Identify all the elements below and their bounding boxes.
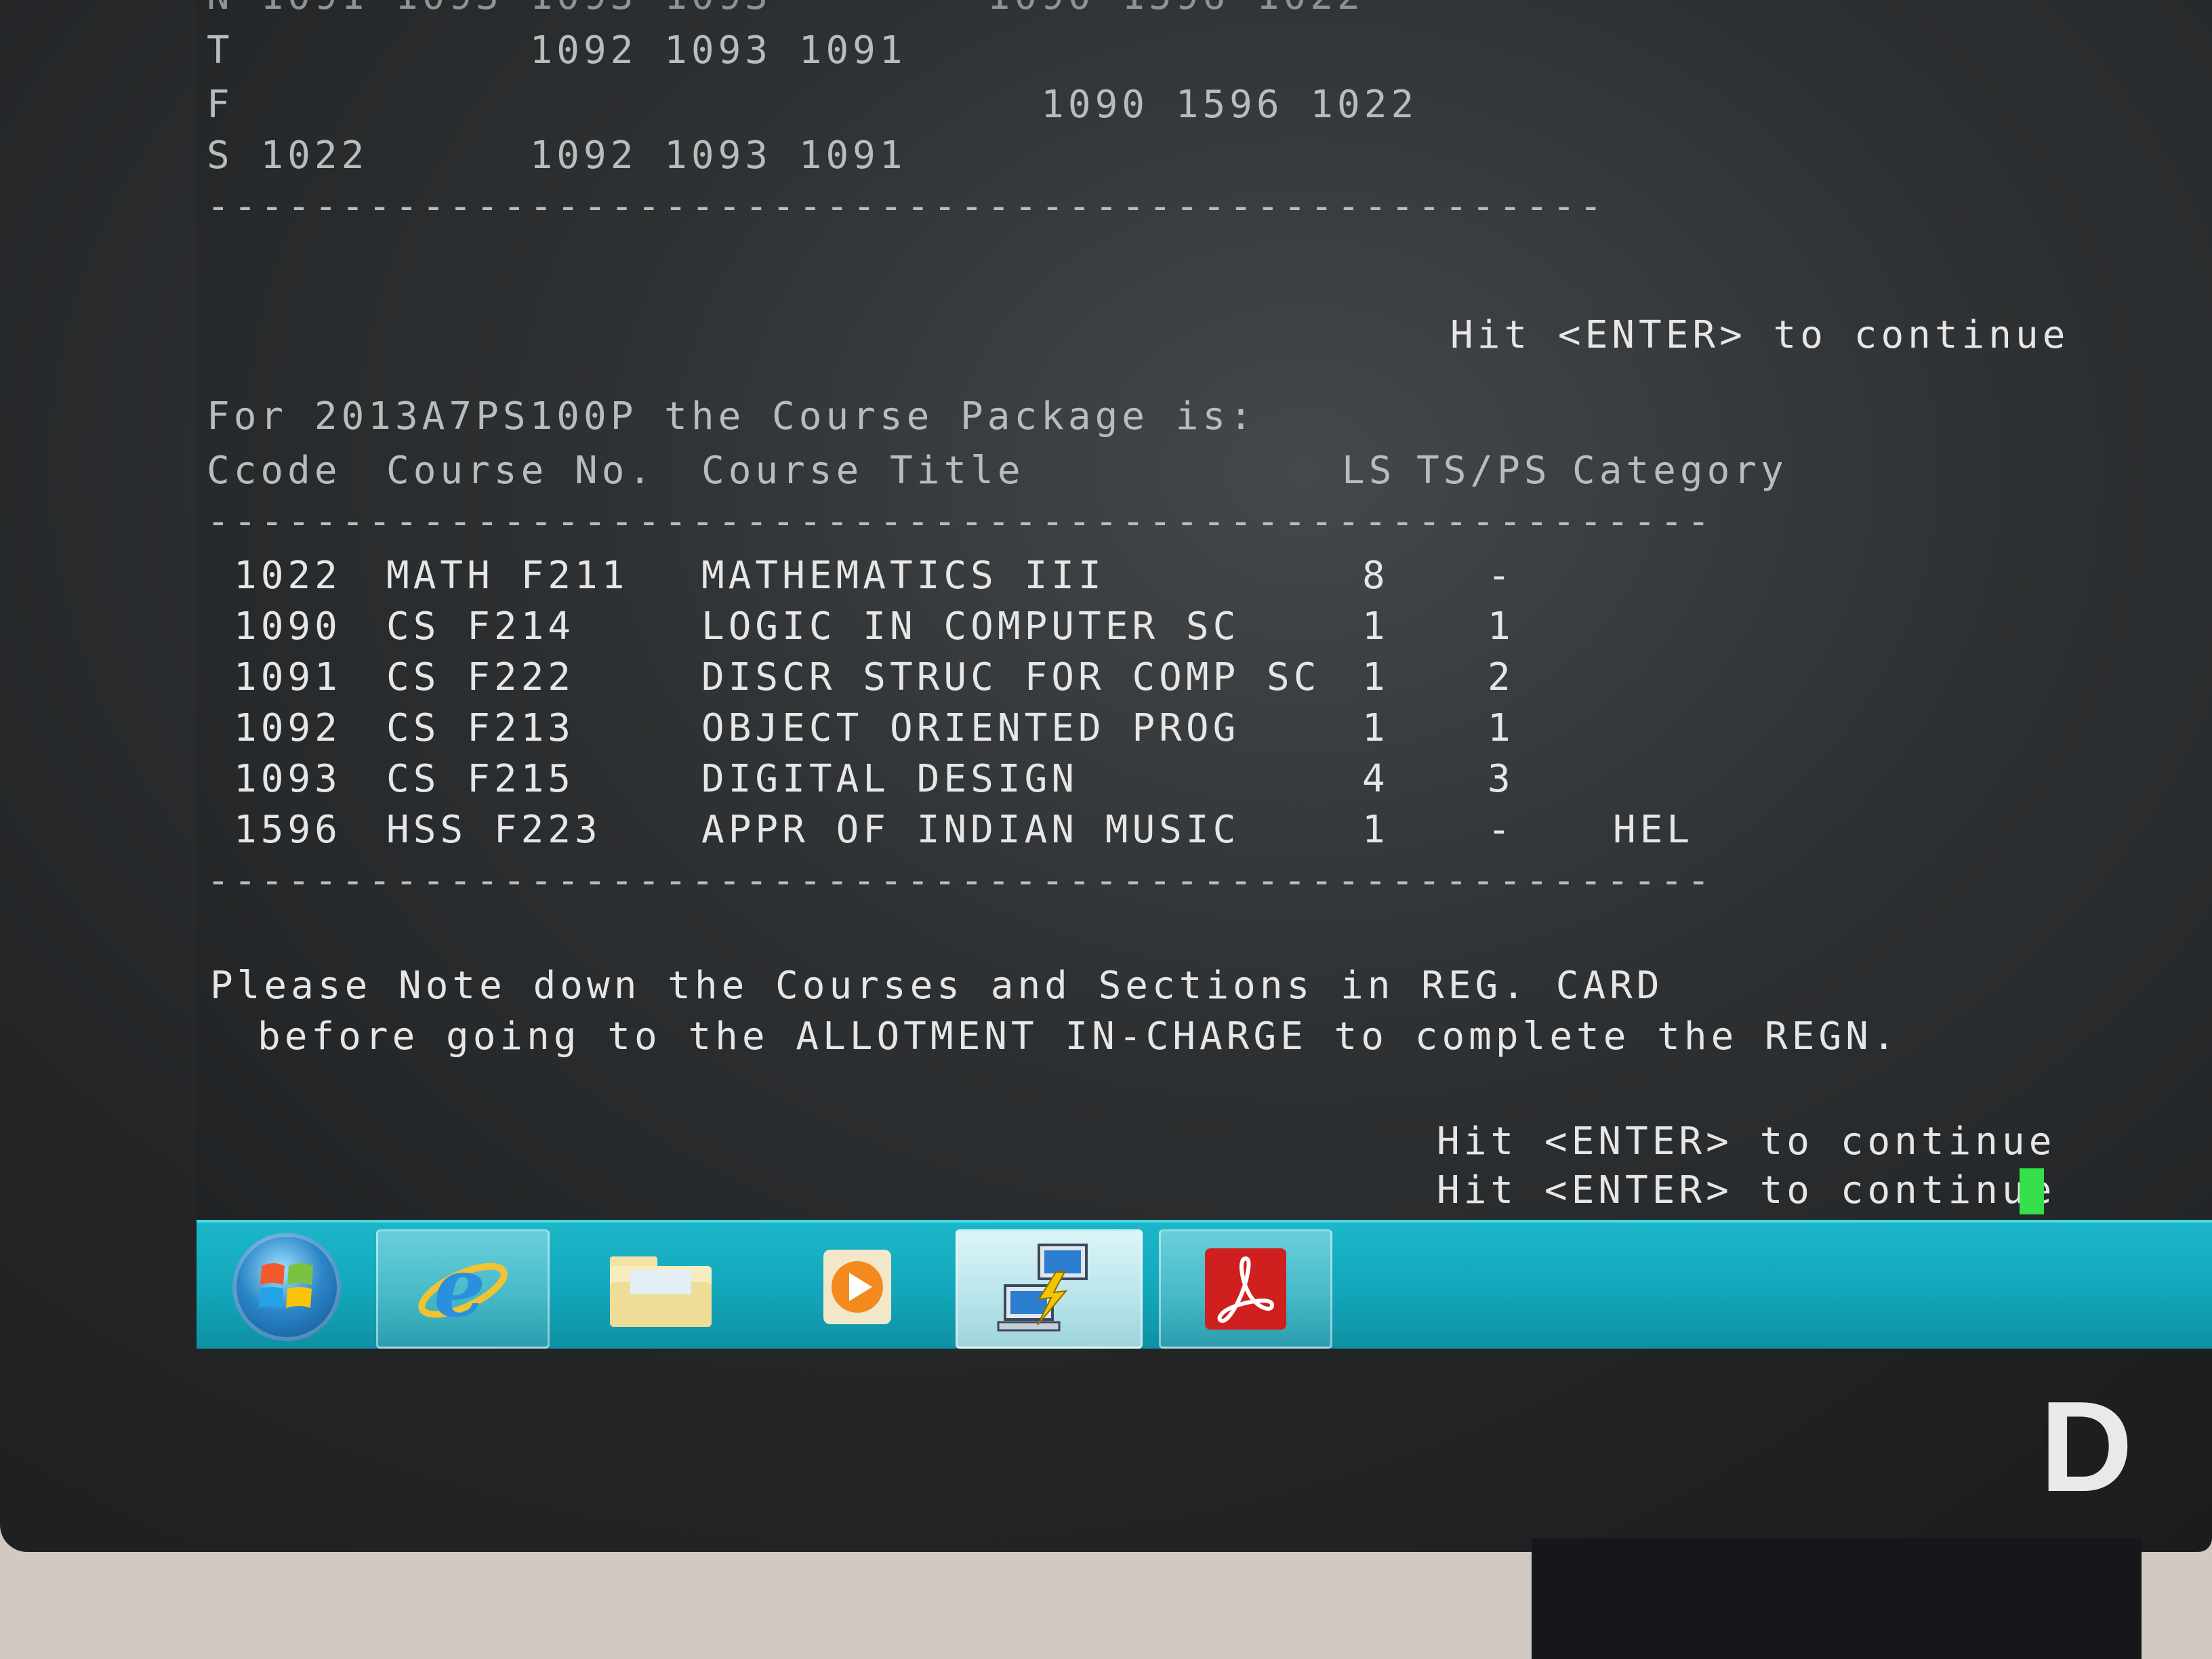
cell-ls: 4 xyxy=(1362,757,1389,801)
cell-ts-ps: 1 xyxy=(1488,706,1515,750)
cell-course-no: CS F222 xyxy=(386,655,575,699)
cell-course-title: APPR OF INDIAN MUSIC xyxy=(701,808,1240,852)
cell-course-no: CS F213 xyxy=(386,706,575,750)
cell-ls: 1 xyxy=(1362,808,1389,852)
taskbar-internet-explorer[interactable]: e xyxy=(376,1229,550,1349)
separator-line: ----------------------------------------… xyxy=(207,499,1715,544)
col-header-course-title: Course Title xyxy=(701,449,1025,493)
cell-ccode: 1093 xyxy=(234,757,342,801)
cell-ls: 1 xyxy=(1362,706,1389,750)
windows-start-orb-icon xyxy=(232,1233,341,1341)
dell-logo: D xyxy=(2040,1389,2209,1511)
cell-ts-ps: - xyxy=(1488,808,1515,852)
cell-ccode: 1090 xyxy=(234,605,342,649)
taskbar-acrobat-reader[interactable] xyxy=(1159,1229,1332,1349)
package-heading: For 2013A7PS100P the Course Package is: xyxy=(207,394,1256,438)
cell-ccode: 1596 xyxy=(234,808,342,852)
cell-course-title: OBJECT ORIENTED PROG xyxy=(701,706,1240,750)
enter-prompt: Hit <ENTER> to continue xyxy=(1437,1168,2056,1212)
taskbar-file-explorer[interactable] xyxy=(576,1229,745,1345)
cell-course-no: CS F215 xyxy=(386,757,575,801)
schedule-row-s: S 1022 1092 1093 1091 xyxy=(207,134,907,178)
note-line: before going to the ALLOTMENT IN-CHARGE … xyxy=(258,1015,1900,1059)
enter-prompt: Hit <ENTER> to continue xyxy=(1450,313,2070,357)
internet-explorer-icon: e xyxy=(418,1242,508,1336)
cell-course-title: MATHEMATICS III xyxy=(701,554,1105,598)
cell-ts-ps: - xyxy=(1488,554,1515,598)
cell-ccode: 1091 xyxy=(234,655,342,699)
cell-ts-ps: 2 xyxy=(1488,655,1515,699)
col-header-ccode: Ccode xyxy=(207,449,342,493)
cell-ccode: 1092 xyxy=(234,706,342,750)
cell-ls: 1 xyxy=(1362,605,1389,649)
cell-course-title: DIGITAL DESIGN xyxy=(701,757,1079,801)
col-header-category: Category xyxy=(1572,449,1788,493)
schedule-row-partial: N 1091 1093 1093 1093 1090 1596 1022 xyxy=(207,0,1364,20)
cell-course-title: DISCR STRUC FOR COMP SC xyxy=(701,655,1321,699)
svg-text:e: e xyxy=(434,1242,485,1336)
col-header-course-no: Course No. xyxy=(386,449,656,493)
monitor-stand xyxy=(1532,1538,2142,1659)
col-header-ls: LS xyxy=(1342,449,1396,493)
taskbar-media-player[interactable] xyxy=(773,1229,942,1345)
pdf-acrobat-icon xyxy=(1205,1248,1286,1330)
col-header-ts-ps: TS/PS xyxy=(1416,449,1551,493)
cell-course-title: LOGIC IN COMPUTER SC xyxy=(701,605,1240,649)
cell-ts-ps: 3 xyxy=(1488,757,1515,801)
taskbar-network-terminal[interactable] xyxy=(956,1229,1143,1349)
schedule-row-f: F 1090 1596 1022 xyxy=(207,83,1418,127)
separator-line: ----------------------------------------… xyxy=(207,184,1607,228)
network-computers-icon xyxy=(997,1244,1088,1332)
cell-ls: 1 xyxy=(1362,655,1389,699)
svg-text:D: D xyxy=(2040,1389,2133,1511)
schedule-row-t: T 1092 1093 1091 xyxy=(207,28,907,73)
cell-ts-ps: 1 xyxy=(1488,605,1515,649)
screen: N 1091 1093 1093 1093 1090 1596 1022 T 1… xyxy=(197,0,2212,1349)
cell-ls: 8 xyxy=(1362,554,1389,598)
cell-course-no: HSS F223 xyxy=(386,808,602,852)
text-cursor xyxy=(2020,1168,2044,1214)
terminal-window[interactable]: N 1091 1093 1093 1093 1090 1596 1022 T 1… xyxy=(197,0,2212,1220)
enter-prompt: Hit <ENTER> to continue xyxy=(1437,1120,2056,1164)
media-player-icon xyxy=(823,1250,891,1324)
start-button[interactable] xyxy=(210,1229,363,1345)
cell-course-no: CS F214 xyxy=(386,605,575,649)
separator-line: ----------------------------------------… xyxy=(207,859,1715,903)
cell-ccode: 1022 xyxy=(234,554,342,598)
note-line: Please Note down the Courses and Section… xyxy=(210,964,1664,1008)
cell-course-no: MATH F211 xyxy=(386,554,629,598)
folder-icon xyxy=(610,1256,712,1327)
cell-category: HEL xyxy=(1613,808,1694,852)
taskbar: e xyxy=(197,1220,2212,1349)
